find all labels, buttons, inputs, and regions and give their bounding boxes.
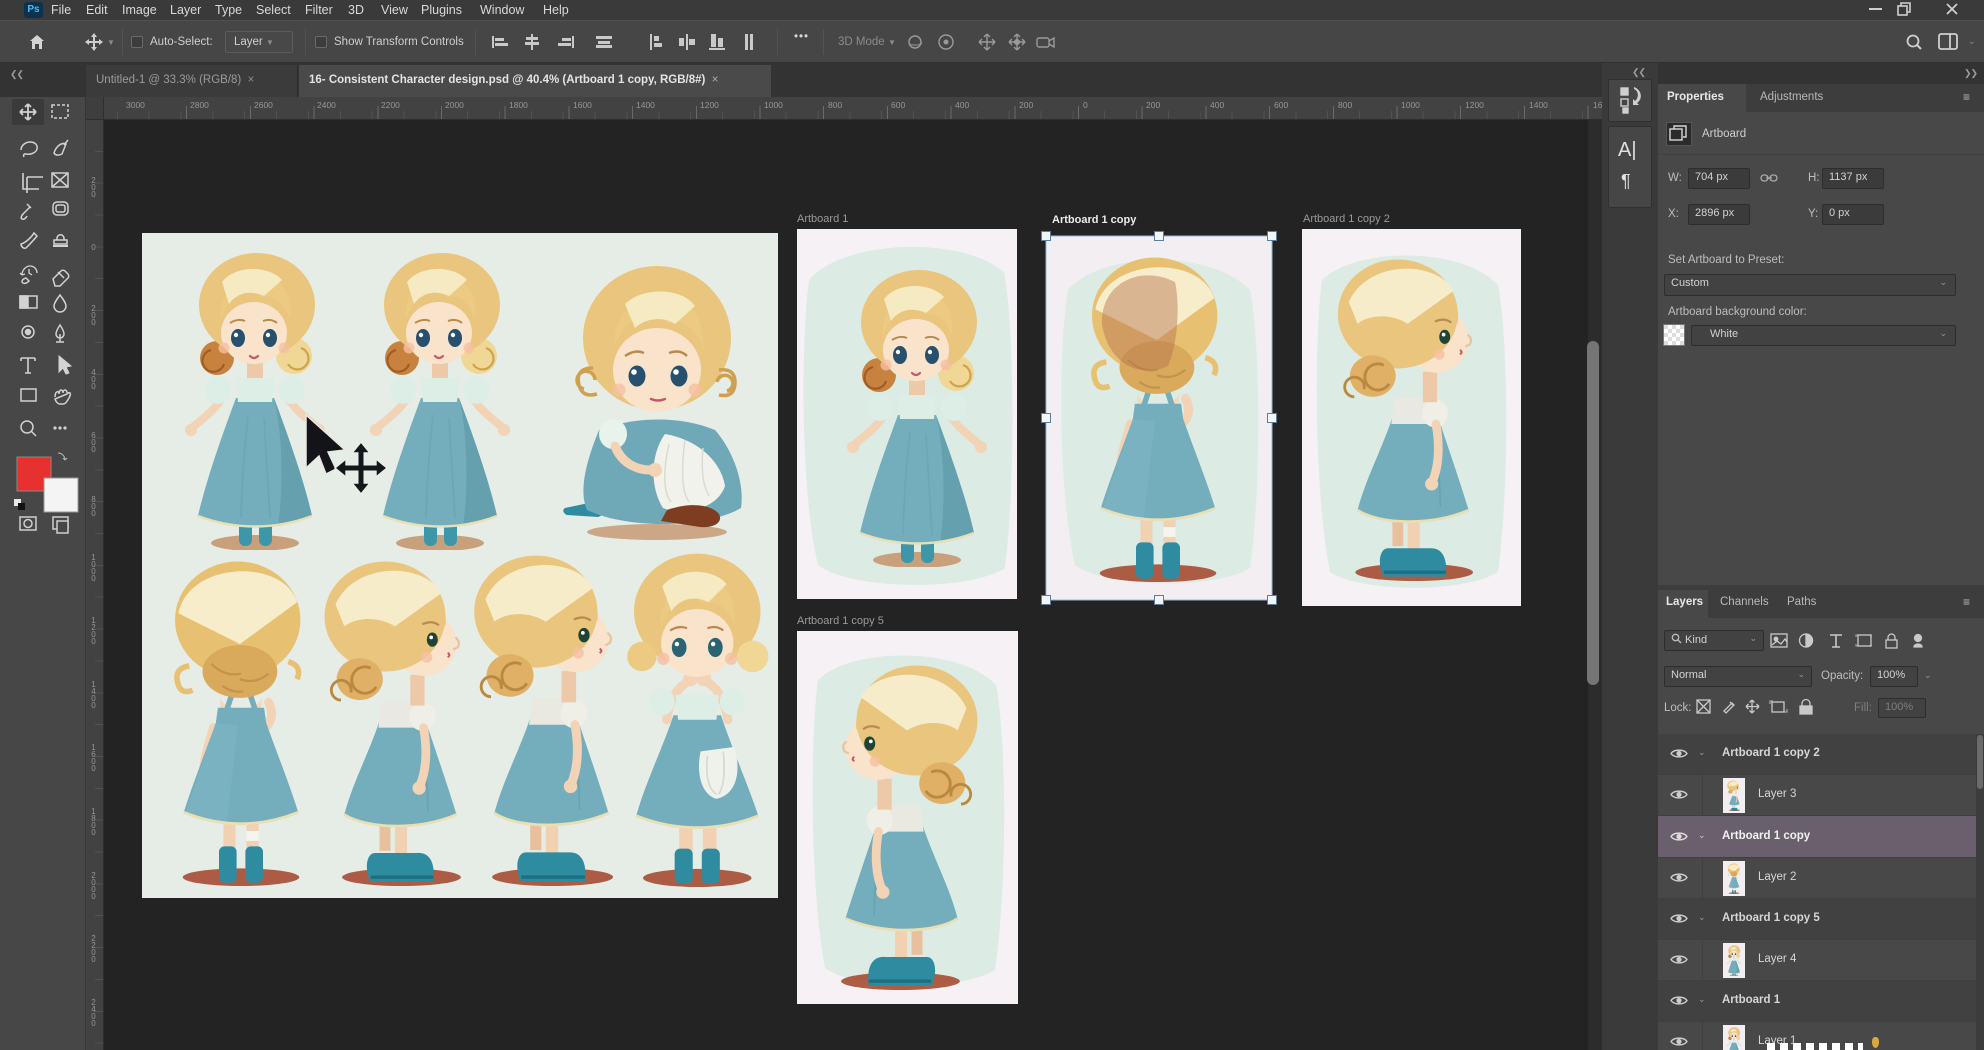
svg-text:Artboard 1: Artboard 1 [797, 213, 848, 225]
svg-text:Artboard 1 copy 5: Artboard 1 copy 5 [797, 615, 884, 627]
svg-text:Artboard 1 copy: Artboard 1 copy [1052, 214, 1137, 226]
svg-text:Artboard 1 copy 2: Artboard 1 copy 2 [1303, 213, 1390, 225]
